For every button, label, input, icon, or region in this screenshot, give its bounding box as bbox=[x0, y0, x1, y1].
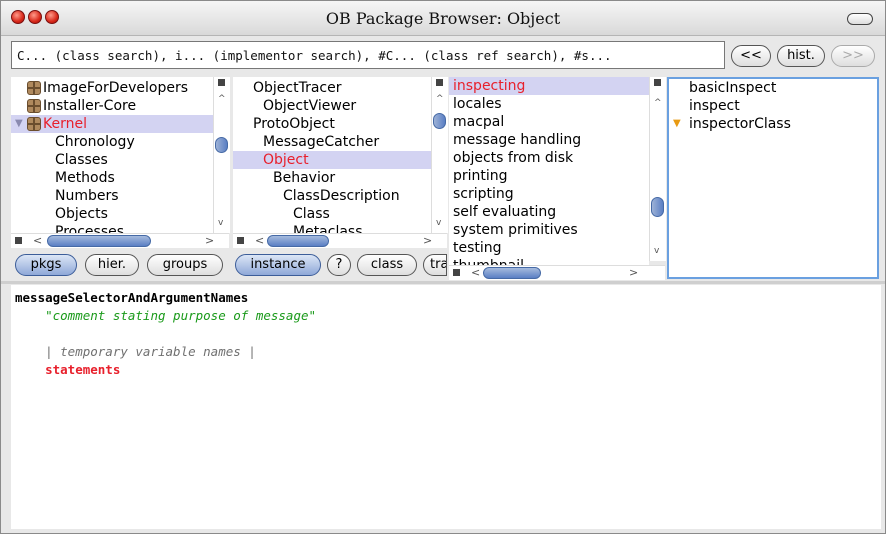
class-item[interactable]: ProtoObject bbox=[253, 115, 335, 133]
package-category-item[interactable]: Classes bbox=[55, 151, 108, 169]
class-item[interactable]: ObjectTracer bbox=[253, 79, 342, 97]
scrollbar-menu-icon[interactable] bbox=[218, 79, 225, 86]
protocol-item[interactable]: macpal bbox=[453, 113, 504, 131]
scroll-left-arrow-icon[interactable]: < bbox=[471, 266, 480, 280]
scrollbar-menu-icon[interactable] bbox=[15, 237, 22, 244]
scroll-left-arrow-icon[interactable]: < bbox=[255, 234, 264, 248]
protocol-item[interactable]: system primitives bbox=[453, 221, 578, 239]
method-signature-text: messageSelectorAndArgumentNames bbox=[15, 290, 249, 305]
packages-horizontal-scrollbar[interactable]: < > bbox=[11, 233, 229, 248]
package-icon bbox=[27, 81, 41, 95]
class-item[interactable]: Behavior bbox=[273, 169, 335, 187]
method-comment-text: "comment stating purpose of message" bbox=[15, 308, 317, 323]
class-item-selected[interactable]: Object bbox=[263, 151, 309, 169]
protocol-item[interactable]: testing bbox=[453, 239, 502, 257]
method-item[interactable]: basicInspect bbox=[689, 79, 776, 97]
package-category-item[interactable]: Numbers bbox=[55, 187, 119, 205]
protocol-item[interactable]: locales bbox=[453, 95, 502, 113]
expanded-triangle-icon[interactable]: ▼ bbox=[15, 115, 23, 133]
methods-list[interactable]: basicInspect inspect ▼ inspectorClass bbox=[667, 77, 879, 279]
override-triangle-icon: ▼ bbox=[673, 118, 681, 129]
package-icon bbox=[27, 99, 41, 113]
package-label: ImageForDevelopers bbox=[43, 80, 189, 96]
package-icon bbox=[27, 117, 41, 131]
protocols-horizontal-scrollbar[interactable]: < > bbox=[449, 265, 665, 280]
protocol-item[interactable]: message handling bbox=[453, 131, 581, 149]
scrollbar-thumb[interactable] bbox=[215, 137, 228, 153]
package-item[interactable]: Installer-Core bbox=[27, 97, 136, 115]
statements-text: statements bbox=[15, 362, 121, 377]
protocol-item[interactable]: objects from disk bbox=[453, 149, 573, 167]
class-item[interactable]: ClassDescription bbox=[283, 187, 400, 205]
package-browser-window: OB Package Browser: Object C... (class s… bbox=[0, 0, 886, 534]
back-button[interactable]: << bbox=[731, 45, 771, 67]
forward-button[interactable]: >> bbox=[831, 45, 875, 67]
package-category-item[interactable]: Methods bbox=[55, 169, 115, 187]
scrollbar-menu-icon[interactable] bbox=[654, 79, 661, 86]
scroll-down-arrow-icon[interactable]: v bbox=[218, 219, 223, 228]
hierarchy-button[interactable]: hier. bbox=[85, 254, 139, 276]
title-bar[interactable]: OB Package Browser: Object bbox=[1, 1, 885, 36]
help-button[interactable]: ? bbox=[327, 254, 351, 276]
code-editor[interactable]: messageSelectorAndArgumentNames "comment… bbox=[11, 285, 881, 529]
search-input-text: C... (class search), i... (implementor s… bbox=[17, 48, 612, 68]
class-item[interactable]: ObjectViewer bbox=[263, 97, 356, 115]
method-item[interactable]: inspect bbox=[689, 97, 740, 115]
package-category-item[interactable]: Objects bbox=[55, 205, 108, 223]
scroll-up-arrow-icon[interactable]: ^ bbox=[436, 95, 444, 104]
protocol-item[interactable]: scripting bbox=[453, 185, 514, 203]
package-item-kernel[interactable]: ▼ Kernel bbox=[15, 115, 87, 133]
method-item[interactable]: ▼ inspectorClass bbox=[673, 115, 791, 133]
package-label: Kernel bbox=[43, 116, 87, 132]
scrollbar-thumb[interactable] bbox=[651, 197, 664, 217]
history-button[interactable]: hist. bbox=[777, 45, 825, 67]
scroll-up-arrow-icon[interactable]: ^ bbox=[654, 99, 662, 108]
classes-list[interactable]: ObjectTracer ObjectViewer ProtoObject Me… bbox=[233, 77, 431, 247]
scrollbar-menu-icon[interactable] bbox=[237, 237, 244, 244]
scrollbar-thumb[interactable] bbox=[433, 113, 446, 129]
instance-button[interactable]: instance bbox=[235, 254, 321, 276]
scrollbar-thumb[interactable] bbox=[47, 235, 151, 247]
package-label: Installer-Core bbox=[43, 98, 137, 114]
protocol-item[interactable]: self evaluating bbox=[453, 203, 556, 221]
scroll-right-arrow-icon[interactable]: > bbox=[629, 266, 638, 280]
scrollbar-thumb[interactable] bbox=[483, 267, 541, 279]
pane-divider[interactable] bbox=[1, 281, 885, 284]
packages-list[interactable]: ImageForDevelopers Installer-Core ▼ Kern… bbox=[11, 77, 215, 247]
scroll-left-arrow-icon[interactable]: < bbox=[33, 234, 42, 248]
protocols-list[interactable]: inspecting locales macpal message handli… bbox=[449, 77, 649, 267]
traits-button[interactable]: traits bbox=[423, 254, 447, 276]
packages-button[interactable]: pkgs bbox=[15, 254, 77, 276]
classes-vertical-scrollbar[interactable]: ^ v bbox=[431, 77, 448, 233]
window-title: OB Package Browser: Object bbox=[325, 9, 561, 28]
scroll-right-arrow-icon[interactable]: > bbox=[423, 234, 432, 248]
scroll-down-arrow-icon[interactable]: v bbox=[654, 247, 659, 256]
protocol-item[interactable]: printing bbox=[453, 167, 508, 185]
scrollbar-menu-icon[interactable] bbox=[453, 269, 460, 276]
packages-vertical-scrollbar[interactable]: ^ v bbox=[213, 77, 230, 233]
class-side-button[interactable]: class bbox=[357, 254, 417, 276]
protocol-item-selected[interactable]: inspecting bbox=[453, 77, 525, 95]
package-item[interactable]: ImageForDevelopers bbox=[27, 79, 188, 97]
method-label: inspectorClass bbox=[689, 116, 791, 132]
scrollbar-menu-icon[interactable] bbox=[436, 79, 443, 86]
class-item[interactable]: Class bbox=[293, 205, 330, 223]
search-input[interactable]: C... (class search), i... (implementor s… bbox=[11, 41, 725, 69]
collapse-button[interactable] bbox=[847, 13, 873, 25]
groups-button[interactable]: groups bbox=[147, 254, 223, 276]
scroll-up-arrow-icon[interactable]: ^ bbox=[218, 95, 226, 104]
scrollbar-thumb[interactable] bbox=[267, 235, 329, 247]
classes-horizontal-scrollbar[interactable]: < > bbox=[233, 233, 447, 248]
scroll-down-arrow-icon[interactable]: v bbox=[436, 219, 441, 228]
scroll-right-arrow-icon[interactable]: > bbox=[205, 234, 214, 248]
package-category-item[interactable]: Chronology bbox=[55, 133, 135, 151]
class-item[interactable]: MessageCatcher bbox=[263, 133, 379, 151]
protocols-vertical-scrollbar[interactable]: ^ v bbox=[649, 77, 666, 261]
temporaries-text: | temporary variable names | bbox=[15, 344, 256, 359]
